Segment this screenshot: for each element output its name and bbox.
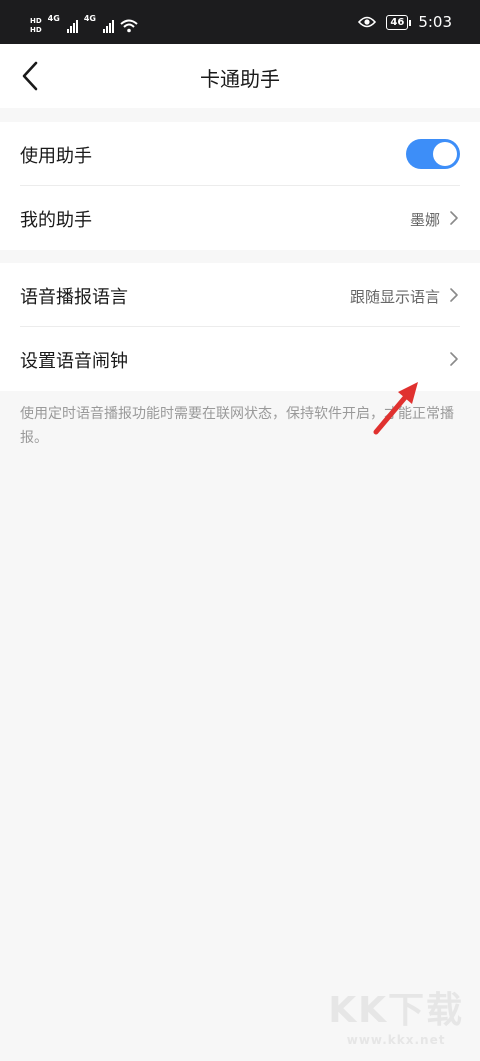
signal-icon-2 — [102, 19, 114, 33]
network-type-2: 4G — [83, 14, 96, 23]
status-left: HD HD 4G 4G — [30, 14, 138, 38]
page-title: 卡通助手 — [200, 67, 280, 91]
chevron-right-icon — [450, 211, 458, 225]
hd-indicator: HD HD — [30, 17, 42, 35]
hd-label-1: HD — [30, 17, 42, 25]
use-assistant-toggle[interactable] — [406, 139, 460, 169]
watermark: KK下载 www.kkx.net — [328, 981, 464, 1047]
status-bar: HD HD 4G 4G 46 5:03 — [0, 0, 480, 44]
voice-language-row[interactable]: 语音播报语言 跟随显示语言 — [0, 263, 480, 327]
my-assistant-row[interactable]: 我的助手 墨娜 — [0, 186, 480, 250]
watermark-url: www.kkx.net — [346, 1033, 446, 1047]
voice-language-label: 语音播报语言 — [20, 287, 128, 308]
chevron-right-icon — [450, 352, 458, 366]
chevron-right-icon — [450, 288, 458, 302]
battery-icon: 46 — [386, 14, 412, 30]
network-type-1: 4G — [47, 14, 60, 23]
wifi-icon — [120, 19, 138, 33]
navigation-bar: 卡通助手 — [0, 44, 480, 108]
red-arrow-icon — [373, 382, 418, 435]
voice-settings-group: 语音播报语言 跟随显示语言 设置语音闹钟 — [0, 263, 480, 391]
hd-label-2: HD — [30, 26, 42, 34]
voice-alarm-label: 设置语音闹钟 — [20, 351, 128, 372]
eye-icon — [358, 16, 377, 28]
my-assistant-value: 墨娜 — [409, 211, 440, 229]
status-time: 5:03 — [418, 13, 452, 31]
watermark-logo: KK下载 — [328, 990, 464, 1031]
my-assistant-label: 我的助手 — [20, 210, 92, 231]
assistant-settings-group: 使用助手 我的助手 墨娜 — [0, 122, 480, 250]
signal-icon — [66, 19, 78, 33]
use-assistant-row: 使用助手 — [0, 122, 480, 186]
toggle-knob — [433, 142, 457, 166]
status-right: 46 5:03 — [358, 12, 452, 32]
voice-language-value: 跟随显示语言 — [349, 288, 440, 306]
use-assistant-label: 使用助手 — [20, 146, 92, 167]
